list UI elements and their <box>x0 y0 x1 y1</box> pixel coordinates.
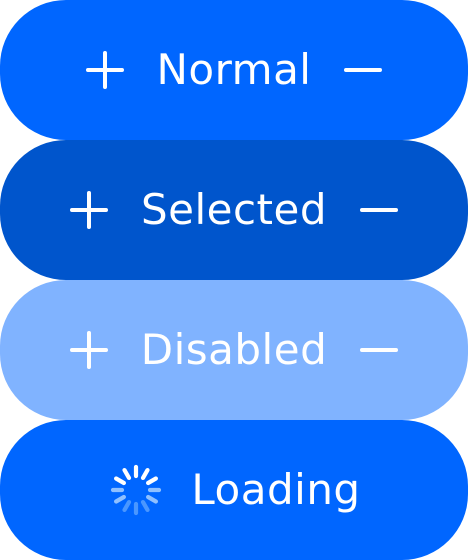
plus-icon <box>69 330 109 370</box>
button-label: Selected <box>140 185 328 234</box>
minus-icon[interactable] <box>359 190 399 230</box>
button-label: Disabled <box>140 325 328 374</box>
normal-button[interactable]: Normal <box>0 0 468 140</box>
button-states-stack: Normal Selected Disabled Loading <box>0 0 468 560</box>
loading-button[interactable]: Loading <box>0 420 468 560</box>
plus-icon[interactable] <box>69 190 109 230</box>
spinner-icon <box>107 461 165 519</box>
minus-icon <box>359 330 399 370</box>
selected-button[interactable]: Selected <box>0 140 468 280</box>
button-label: Loading <box>191 465 361 514</box>
plus-icon[interactable] <box>85 50 125 90</box>
disabled-button: Disabled <box>0 280 468 420</box>
minus-icon[interactable] <box>343 50 383 90</box>
button-label: Normal <box>156 45 312 94</box>
